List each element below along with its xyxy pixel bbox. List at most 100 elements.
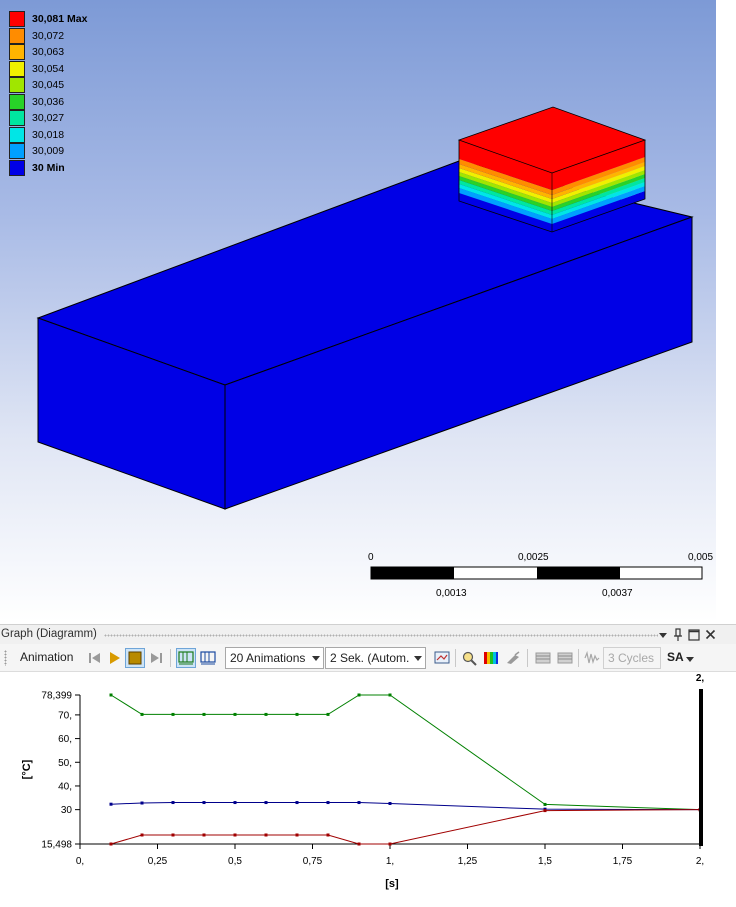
viewport-edge <box>716 0 736 622</box>
y-tick-label: 40, <box>58 781 72 792</box>
copy-chart-button[interactable] <box>533 648 553 668</box>
panel-menu-icon[interactable] <box>658 631 668 639</box>
series-line <box>110 809 701 845</box>
legend-label: 30,018 <box>32 128 65 141</box>
zoom-icon <box>462 651 477 666</box>
animation-toolbar: Animation 20 Animations 2 Sek. (Autom. 3… <box>0 644 736 672</box>
toolbar-separator <box>527 649 528 667</box>
series-line <box>110 802 701 811</box>
distributed-frames-button[interactable] <box>176 648 196 668</box>
export-video-button[interactable] <box>432 648 452 668</box>
data-point <box>357 693 361 697</box>
data-point <box>171 712 175 716</box>
probe-button[interactable] <box>503 648 523 668</box>
data-point <box>202 712 206 716</box>
legend-row: 30,081 Max <box>9 10 129 27</box>
legend-swatch <box>9 27 25 44</box>
data-point <box>295 801 299 805</box>
data-point <box>202 833 206 837</box>
data-point <box>388 842 392 846</box>
legend-row: 30 Min <box>9 159 129 176</box>
legend-label: 30,045 <box>32 79 65 91</box>
legend-swatch <box>9 44 25 60</box>
legend-colors-button[interactable] <box>481 648 501 668</box>
y-axis-label: [°C] <box>21 759 33 779</box>
scale-label-0-0013: 0,0013 <box>436 588 467 599</box>
legend-label: 30 Min <box>32 161 65 174</box>
graph-panel: Graph (Diagramm) Animation 20 Animations <box>0 622 736 907</box>
y-tick-label: 70, <box>58 710 72 721</box>
y-tick-label: 50, <box>58 758 72 769</box>
legend-row: 30,027 <box>9 109 129 126</box>
play-button[interactable] <box>104 648 124 668</box>
legend-swatch <box>9 159 25 176</box>
toolbar-grip[interactable] <box>4 650 7 666</box>
legend-label: 30,081 Max <box>32 13 88 25</box>
legend-row: 30,045 <box>9 76 129 93</box>
data-point <box>326 833 330 837</box>
data-point <box>233 712 237 716</box>
stop-icon <box>128 651 142 665</box>
x-tick-label: 0,75 <box>303 856 323 867</box>
export-chart-button[interactable] <box>555 648 575 668</box>
chevron-down-icon <box>312 656 320 661</box>
y-tick-label: 30 <box>61 805 73 816</box>
duration-dropdown[interactable]: 2 Sek. (Autom. <box>325 647 426 669</box>
data-point <box>326 712 330 716</box>
data-point <box>233 801 237 805</box>
zoom-fit-button[interactable] <box>459 648 479 668</box>
data-point <box>109 842 113 846</box>
panel-title: Graph (Diagramm) <box>1 628 97 640</box>
result-sets-icon <box>200 651 216 665</box>
distributed-frames-icon <box>178 651 194 665</box>
next-frame-button[interactable] <box>147 648 167 668</box>
scale-bar-graphic <box>370 566 703 580</box>
skip-forward-icon <box>151 653 162 663</box>
scale-label-0: 0 <box>368 552 374 563</box>
result-sets-button[interactable] <box>198 648 218 668</box>
scale-label-0-0037: 0,0037 <box>602 588 633 599</box>
legend-label: 30,063 <box>32 46 65 58</box>
previous-frame-button[interactable] <box>84 648 104 668</box>
legend-row: 30,054 <box>9 60 129 77</box>
legend-label: 30,027 <box>32 112 65 124</box>
sa-label[interactable]: SA <box>667 650 684 664</box>
data-point <box>357 801 361 805</box>
series-0 <box>109 693 702 812</box>
maximize-icon[interactable] <box>688 629 700 641</box>
probe-icon <box>507 651 520 664</box>
data-point <box>140 712 144 716</box>
data-point <box>233 833 237 837</box>
legend-swatch <box>9 126 25 143</box>
export-video-icon <box>434 651 450 664</box>
frames-dropdown[interactable]: 20 Animations <box>225 647 324 669</box>
cycles-field-value: 3 Cycles <box>608 651 655 665</box>
pin-icon[interactable] <box>673 628 683 642</box>
chevron-down-icon[interactable] <box>686 656 694 662</box>
cycles-field[interactable]: 3 Cycles <box>603 647 661 669</box>
temperature-chart[interactable]: 15,498 30 40, 50, 60, 70, 78,399 0, 0,25 0,5 0,75 1… <box>0 674 736 907</box>
x-tick-label: 0,25 <box>148 856 168 867</box>
data-point <box>264 801 268 805</box>
data-point <box>140 801 144 805</box>
toolbar-separator <box>578 649 579 667</box>
y-tick-label: 15,498 <box>41 840 72 851</box>
legend-swatch <box>9 110 25 126</box>
legend-row: 30,063 <box>9 43 129 60</box>
x-tick-label: 2, <box>696 856 704 867</box>
stop-button[interactable] <box>125 648 145 668</box>
legend-label: 30,036 <box>32 95 65 108</box>
3d-viewport[interactable]: 30,081 Max 30,072 30,063 30,054 30,045 30,036… <box>0 0 716 622</box>
close-icon[interactable] <box>705 629 716 640</box>
table-export-icon <box>557 652 573 664</box>
x-tick-label: 1,25 <box>458 856 478 867</box>
x-axis-label: [s] <box>385 878 399 890</box>
data-point <box>326 801 330 805</box>
skip-back-icon <box>89 653 100 663</box>
data-point <box>109 693 113 697</box>
cycles-icon-button[interactable] <box>582 648 602 668</box>
series-line <box>110 694 701 811</box>
legend-row: 30,018 <box>9 126 129 143</box>
panel-grip[interactable] <box>104 634 658 637</box>
legend-swatch <box>9 60 25 77</box>
